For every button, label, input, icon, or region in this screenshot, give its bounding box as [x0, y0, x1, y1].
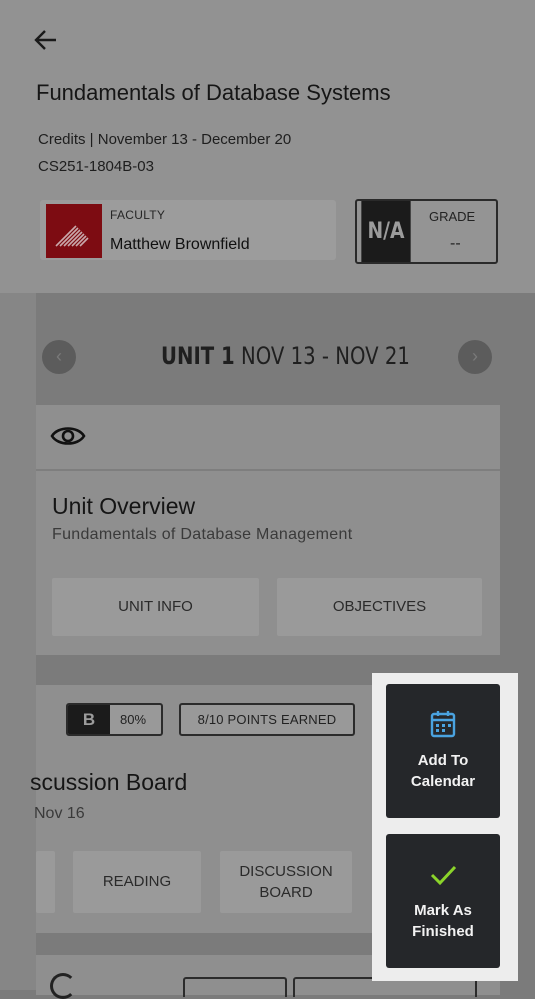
- partial-button[interactable]: [36, 851, 55, 913]
- faculty-card[interactable]: FACULTY Matthew Brownfield: [40, 200, 336, 260]
- discussion-title: scussion Board: [30, 769, 188, 795]
- points-earned-badge: 8/10 POINTS EARNED: [179, 703, 355, 736]
- unit-info-button[interactable]: UNIT INFO: [52, 578, 259, 636]
- unit-number: UNIT 1: [161, 342, 235, 370]
- discussion-grade-percent: 80%: [120, 712, 147, 727]
- eye-icon[interactable]: [50, 423, 86, 449]
- left-edge-strip: [0, 293, 36, 990]
- chevron-right-icon[interactable]: ›: [458, 340, 492, 374]
- discussion-grade-pill: B 80%: [66, 703, 163, 736]
- course-credits-dates: Credits | November 13 - December 20: [38, 131, 292, 148]
- chevron-left-icon[interactable]: ‹: [42, 340, 76, 374]
- unit-title: UNIT 1 NOV 13 - NOV 21: [161, 342, 410, 370]
- mark-as-finished-label: Mark As Finished: [412, 902, 474, 940]
- grade-letter: N/A: [361, 201, 411, 262]
- grade-label: GRADE: [429, 209, 476, 224]
- course-code: CS251-1804B-03: [38, 158, 154, 175]
- mark-as-finished-button[interactable]: Mark As Finished: [386, 834, 500, 968]
- discussion-board-button[interactable]: DISCUSSION BOARD: [220, 851, 352, 913]
- checkmark-icon: [430, 865, 457, 886]
- objectives-button[interactable]: OBJECTIVES: [277, 578, 482, 636]
- discussion-date: Nov 16: [34, 805, 85, 822]
- activity-icon: [50, 973, 76, 999]
- discussion-grade-letter: B: [68, 705, 110, 734]
- back-arrow-icon[interactable]: [30, 24, 62, 56]
- unit-overview-card: Unit Overview Fundamentals of Database M…: [36, 405, 500, 655]
- unit-navigator: ‹ UNIT 1 NOV 13 - NOV 21 ›: [40, 338, 500, 378]
- course-title: Fundamentals of Database Systems: [36, 80, 391, 105]
- overview-title: Unit Overview: [52, 493, 196, 519]
- faculty-logo: [46, 204, 102, 258]
- faculty-name: Matthew Brownfield: [110, 236, 250, 253]
- card-divider: [36, 469, 500, 471]
- course-header: Fundamentals of Database Systems Credits…: [0, 0, 535, 293]
- course-grade-badge[interactable]: N/A GRADE --: [355, 199, 498, 264]
- grade-value: --: [450, 235, 461, 252]
- calendar-icon: [430, 711, 456, 738]
- overview-subtitle: Fundamentals of Database Management: [52, 526, 353, 543]
- discussion-board-label: DISCUSSION BOARD: [239, 863, 333, 901]
- action-panel: Add To Calendar Mark As Finished: [372, 673, 518, 981]
- faculty-label: FACULTY: [110, 208, 166, 222]
- reading-button[interactable]: READING: [73, 851, 201, 913]
- next-grade-pill: [183, 977, 287, 997]
- add-to-calendar-label: Add To Calendar: [410, 752, 476, 790]
- unit-dates: NOV 13 - NOV 21: [241, 342, 410, 370]
- add-to-calendar-button[interactable]: Add To Calendar: [386, 684, 500, 818]
